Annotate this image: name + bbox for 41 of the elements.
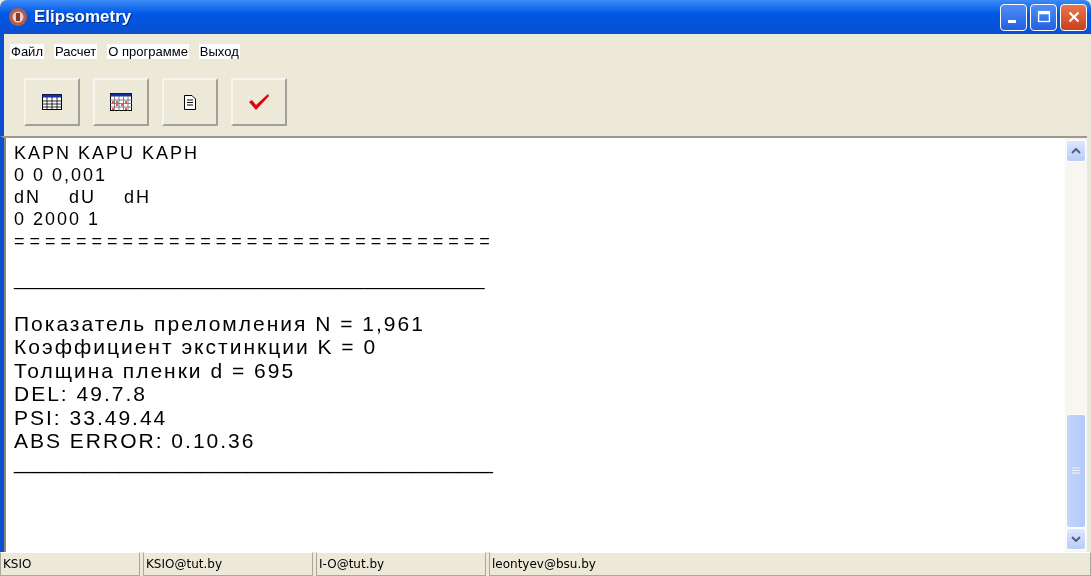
output-line: KAPN KAPU KAPH bbox=[14, 142, 201, 164]
minimize-button[interactable] bbox=[1000, 3, 1027, 31]
menu-item[interactable]: Файл bbox=[10, 43, 44, 59]
checkmark-icon bbox=[248, 93, 270, 111]
status-panel: I-O@tut.by bbox=[316, 552, 486, 576]
chevron-down-icon bbox=[1071, 536, 1081, 542]
window-title: Elipsometry bbox=[34, 7, 133, 27]
calendar-icon bbox=[110, 93, 132, 111]
output-line: ABS ERROR: 0.10.36 bbox=[14, 429, 257, 453]
output-line: Толщина пленки d = 695 bbox=[14, 358, 297, 383]
app-icon bbox=[8, 7, 28, 27]
scroll-up-button[interactable] bbox=[1066, 140, 1086, 162]
output-line: PSI: 33.49.44 bbox=[14, 405, 169, 430]
output-line: dN dU dH bbox=[14, 186, 153, 208]
menu-item[interactable]: Расчет bbox=[53, 43, 98, 59]
output-line: 0 0 0,001 bbox=[14, 164, 109, 186]
output-line: Коэффициент экстинкции K = 0 bbox=[14, 335, 379, 359]
toolbar-button[interactable] bbox=[24, 78, 80, 126]
output-line: _________________________________________ bbox=[14, 450, 495, 474]
scroll-down-button[interactable] bbox=[1066, 528, 1086, 550]
toolbar-button[interactable] bbox=[93, 78, 149, 126]
scroll-thumb[interactable] bbox=[1066, 414, 1086, 528]
grip-icon bbox=[1072, 467, 1080, 475]
vertical-scrollbar[interactable] bbox=[1065, 138, 1087, 552]
output-line: 0 2000 1 bbox=[14, 208, 102, 230]
menu-item[interactable]: Выход bbox=[198, 43, 240, 59]
status-panel: KSIO bbox=[0, 552, 140, 576]
minimize-icon bbox=[1007, 19, 1016, 23]
status-panel: leontyev@bsu.by bbox=[489, 552, 1091, 576]
status-panel: KSIO@tut.by bbox=[143, 552, 313, 576]
output-line: Показатель преломления N = 1,961 bbox=[14, 312, 426, 336]
output-text-area[interactable] bbox=[4, 138, 1065, 552]
chevron-up-icon bbox=[1071, 148, 1081, 154]
table-icon bbox=[42, 94, 62, 110]
document-icon bbox=[184, 94, 196, 110]
close-button[interactable] bbox=[1060, 3, 1087, 31]
output-line: _______________________________________________ bbox=[14, 268, 486, 290]
maximize-button[interactable] bbox=[1030, 3, 1057, 31]
menu-item[interactable]: О программе bbox=[107, 43, 189, 59]
output-line: =============================== bbox=[14, 230, 496, 252]
output-line: DEL: 49.7.8 bbox=[14, 382, 148, 406]
